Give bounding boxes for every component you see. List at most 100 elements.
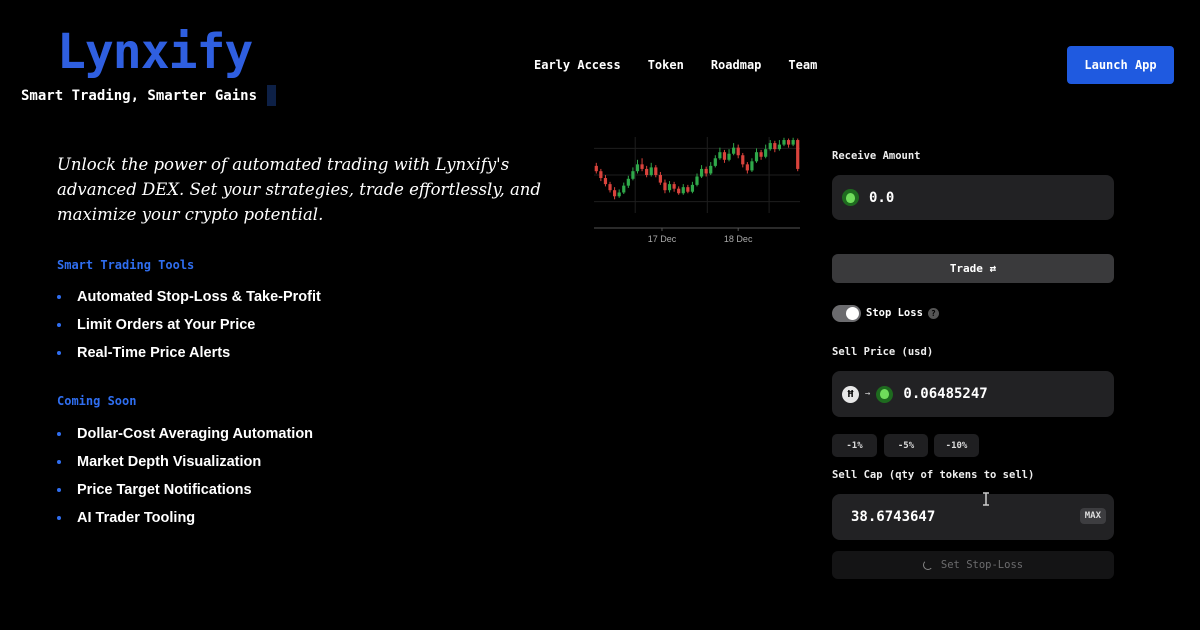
candle-body [759, 152, 763, 157]
candle-body [745, 164, 749, 171]
candle-body [681, 187, 685, 194]
brand-logo[interactable]: Lynxify [57, 28, 253, 76]
list-item-text: AI Trader Tooling [77, 510, 196, 526]
set-stop-loss-button[interactable]: Set Stop-Loss [832, 551, 1114, 579]
list-item-text: Market Depth Visualization [77, 454, 262, 470]
list-item-text: Dollar-Cost Averaging Automation [77, 426, 314, 442]
candle-body [741, 155, 745, 165]
candle-body [667, 184, 672, 191]
candle-body [663, 182, 667, 191]
smart-tools-list: Automated Stop-Loss & Take-Profit Limit … [57, 283, 321, 367]
list-item: Dollar-Cost Averaging Automation [57, 420, 313, 448]
nav-item-token[interactable]: Token [648, 58, 684, 72]
tagline-text: Smart Trading, Smarter Gains [21, 87, 258, 104]
candle-body [690, 184, 695, 192]
candle-body [599, 171, 603, 179]
candle-body [608, 184, 612, 191]
candle-body [718, 152, 722, 159]
list-item: Real-Time Price Alerts [57, 339, 321, 367]
candle-body [791, 140, 795, 145]
candle-body [622, 185, 626, 193]
candle-body [645, 168, 649, 175]
stop-loss-label: Stop Loss [866, 307, 923, 319]
max-button[interactable]: MAX [1079, 508, 1106, 524]
price-chart[interactable]: 17 Dec 18 Dec [590, 133, 804, 253]
bullet-icon [57, 432, 61, 436]
help-icon[interactable]: ? [927, 307, 939, 319]
list-item-text: Real-Time Price Alerts [77, 345, 231, 361]
candle-body [635, 164, 640, 172]
candle-body [764, 149, 768, 157]
receive-amount-value: 0.0 [869, 189, 895, 206]
list-item: Automated Stop-Loss & Take-Profit [57, 283, 321, 311]
candle-body [677, 188, 681, 194]
candle-body [796, 140, 800, 169]
sell-cap-label: Sell Cap (qty of tokens to sell) [832, 469, 1035, 481]
receive-amount-field[interactable]: 0.0 [832, 175, 1114, 220]
launch-app-button[interactable]: Launch App [1067, 46, 1174, 84]
sell-cap-field[interactable]: 38.6743647 MAX [832, 494, 1114, 540]
bullet-icon [57, 295, 61, 299]
pct-minus-1-button[interactable]: -1% [832, 434, 877, 457]
list-item: Price Target Notifications [57, 476, 313, 504]
hbar-icon: Ħ [842, 385, 859, 403]
sell-price-value: 0.06485247 [903, 386, 988, 402]
candle-body [658, 175, 662, 183]
candle-body [654, 167, 658, 175]
nav-item-early-access[interactable]: Early Access [534, 58, 621, 72]
stop-loss-label-wrap: Stop Loss ? [866, 307, 939, 319]
alien-token-icon [876, 385, 894, 403]
list-item-text: Price Target Notifications [77, 482, 252, 498]
coming-soon-list: Dollar-Cost Averaging Automation Market … [57, 420, 313, 532]
candle-body [732, 147, 736, 154]
candle-body [786, 140, 791, 145]
brand-tagline: Smart Trading, Smarter Gains [21, 85, 277, 106]
candle-body [727, 153, 731, 160]
nav-item-team[interactable]: Team [788, 58, 817, 72]
candle-body [777, 144, 782, 150]
candle-body [750, 161, 754, 171]
x-tick-label: 17 Dec [648, 234, 677, 244]
receive-amount-label: Receive Amount [832, 150, 921, 162]
candle-body [713, 158, 717, 166]
candle-body [695, 176, 699, 185]
candle-body [709, 165, 713, 174]
candle-body [782, 140, 786, 145]
candle-body [612, 190, 617, 197]
candle-body [699, 168, 704, 177]
sell-cap-value: 38.6743647 [851, 509, 936, 525]
list-item: Limit Orders at Your Price [57, 311, 321, 339]
hero-intro: Unlock the power of automated trading wi… [57, 155, 541, 224]
candle-body [768, 143, 772, 150]
candlestick-chart: 17 Dec 18 Dec [594, 137, 800, 244]
x-tick-label: 18 Dec [724, 234, 753, 244]
candle-body [649, 167, 653, 175]
typing-cursor [267, 85, 277, 106]
candle-body [754, 152, 759, 162]
candle-body [640, 164, 644, 169]
main-nav: Early Access Token Roadmap Team [534, 58, 817, 72]
candle-body [603, 178, 608, 185]
section-title-smart-tools: Smart Trading Tools [57, 258, 195, 272]
list-item-text: Automated Stop-Loss & Take-Profit [77, 289, 321, 305]
bullet-icon [57, 323, 61, 327]
candle-body [631, 171, 635, 179]
section-title-coming-soon: Coming Soon [57, 394, 137, 408]
candle-body [626, 178, 630, 186]
candle-body [672, 184, 676, 189]
alien-token-icon [842, 189, 859, 206]
candle-body [704, 168, 708, 174]
bullet-icon [57, 488, 61, 492]
pct-minus-10-button[interactable]: -10% [934, 434, 979, 457]
candle-body [686, 187, 690, 192]
trade-button[interactable]: Trade ⇄ [832, 254, 1114, 283]
stop-loss-toggle[interactable] [832, 305, 861, 322]
text-cursor-icon [983, 492, 989, 506]
pct-minus-5-button[interactable]: -5% [884, 434, 928, 457]
sell-price-field[interactable]: Ħ → 0.06485247 [832, 371, 1114, 417]
arrow-right-icon: → [865, 389, 871, 399]
list-item: Market Depth Visualization [57, 448, 313, 476]
set-stop-loss-label: Set Stop-Loss [940, 559, 1024, 571]
bullet-icon [57, 460, 61, 464]
nav-item-roadmap[interactable]: Roadmap [711, 58, 762, 72]
